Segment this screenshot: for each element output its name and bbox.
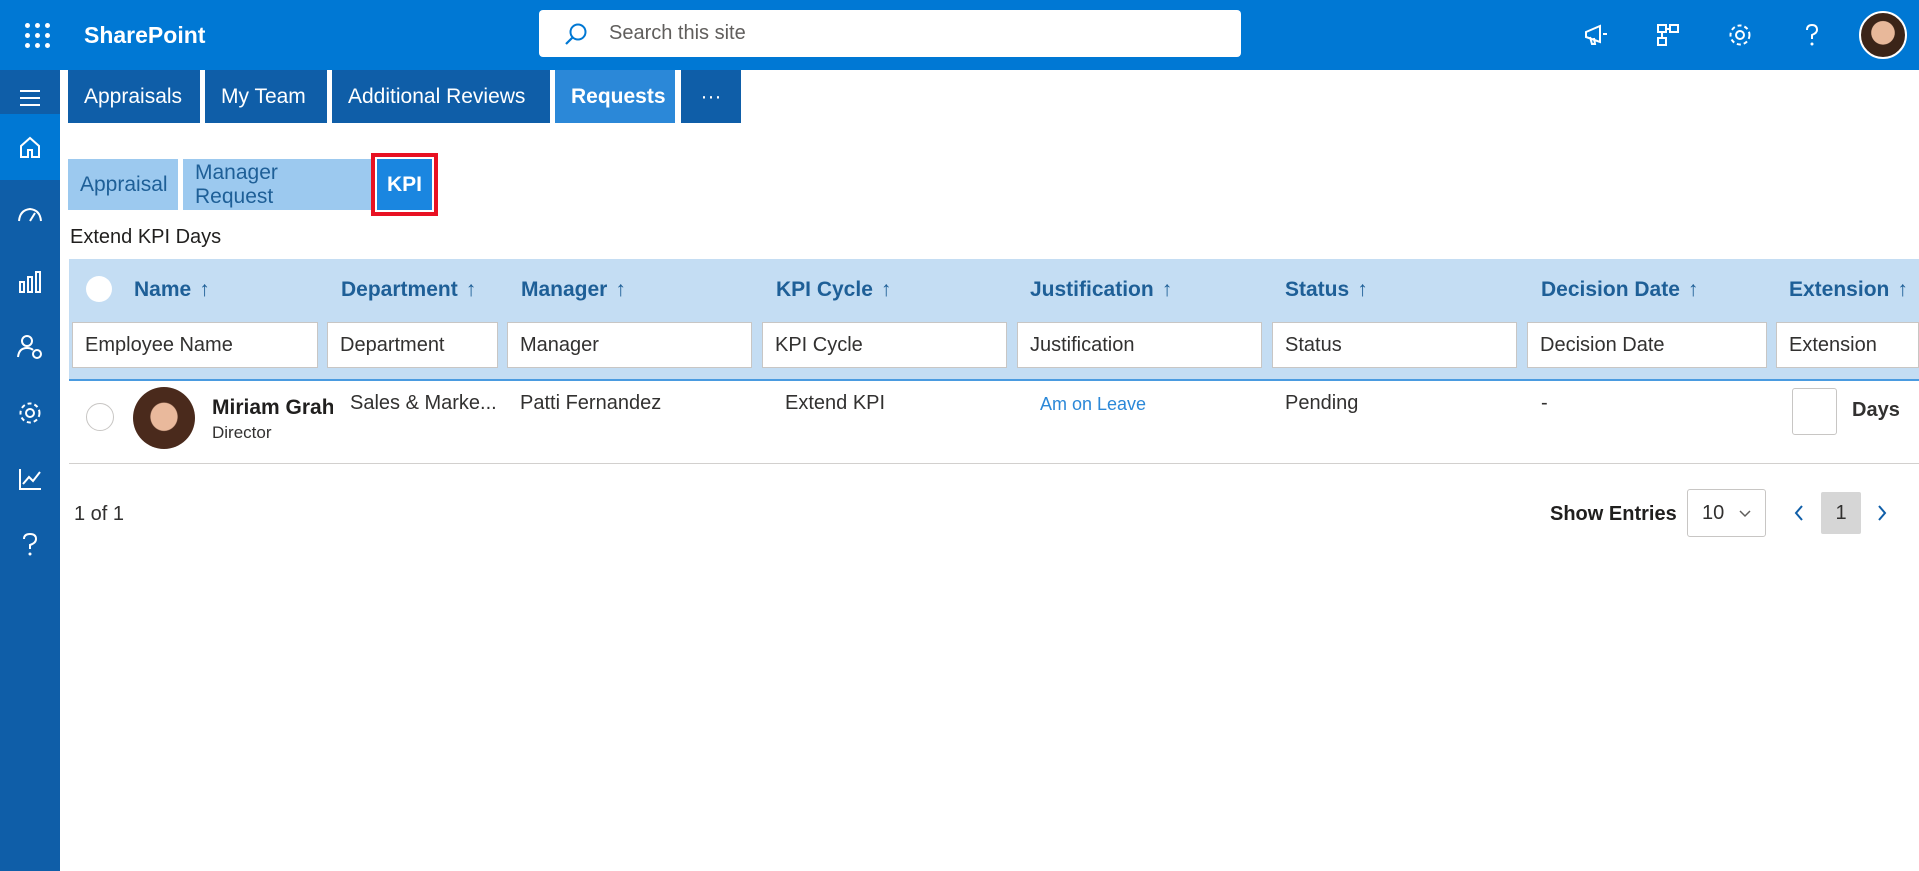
subtab-appraisal[interactable]: Appraisal (68, 159, 178, 210)
suite-bar: SharePoint (0, 0, 1919, 70)
record-count: 1 of 1 (74, 503, 125, 525)
filter-extension[interactable] (1776, 322, 1919, 368)
page-button-current[interactable]: 1 (1821, 492, 1861, 534)
sort-arrow-icon: ↑ (880, 278, 892, 301)
chevron-right-icon (1878, 505, 1887, 521)
filter-employee-name[interactable] (72, 322, 318, 368)
more-tabs-button[interactable]: ··· (681, 70, 741, 123)
gear-icon[interactable] (1720, 15, 1760, 55)
sort-arrow-icon: ↑ (1687, 278, 1699, 301)
chevron-left-icon (1794, 505, 1803, 521)
page-size-value: 10 (1702, 501, 1725, 524)
sort-arrow-icon: ↑ (199, 278, 210, 301)
user-settings-icon[interactable] (0, 314, 60, 380)
tab-my-team[interactable]: My Team (205, 70, 327, 123)
next-page-button[interactable] (1862, 492, 1902, 534)
sort-arrow-icon: ↑ (465, 278, 477, 301)
employee-name[interactable]: Miriam Graham (212, 396, 333, 420)
divider (69, 463, 1919, 464)
justification-link[interactable]: Am on Leave (1040, 394, 1146, 415)
search-input[interactable] (609, 10, 1209, 57)
megaphone-icon[interactable] (1576, 15, 1616, 55)
sort-arrow-icon: ↑ (1357, 278, 1368, 301)
section-title: Extend KPI Days (70, 226, 222, 248)
subtab-manager-request[interactable]: Manager Request (183, 159, 371, 210)
column-header-name[interactable]: Name ↑ (134, 278, 210, 302)
app-title[interactable]: SharePoint (84, 22, 205, 49)
filter-kpi-cycle[interactable] (762, 322, 1007, 368)
show-entries-label: Show Entries (1550, 503, 1677, 525)
column-header-kpi-cycle[interactable]: KPI Cycle ↑ (776, 278, 891, 302)
kpi-cycle-cell: Extend KPI (785, 392, 886, 414)
home-icon[interactable] (0, 114, 60, 180)
left-rail (0, 70, 60, 871)
filter-justification[interactable] (1017, 322, 1262, 368)
row-checkbox[interactable] (86, 403, 114, 431)
tab-requests[interactable]: Requests (555, 70, 675, 123)
extension-days-input[interactable] (1792, 388, 1837, 435)
sort-arrow-icon: ↑ (1897, 278, 1908, 301)
sort-arrow-icon: ↑ (1161, 278, 1173, 301)
divider (69, 379, 1919, 381)
column-header-status[interactable]: Status ↑ (1285, 278, 1368, 302)
subtab-kpi[interactable]: KPI (371, 153, 438, 216)
decision-date-cell: - (1541, 392, 1548, 414)
chevron-down-icon (1737, 504, 1753, 527)
search-icon (563, 22, 589, 53)
filter-department[interactable] (327, 322, 498, 368)
tab-additional-reviews[interactable]: Additional Reviews (332, 70, 550, 123)
user-avatar[interactable] (1859, 11, 1907, 59)
sort-arrow-icon: ↑ (615, 278, 626, 301)
tab-appraisals[interactable]: Appraisals (68, 70, 200, 123)
gear-icon[interactable] (0, 380, 60, 446)
trend-icon[interactable] (0, 446, 60, 512)
column-header-manager[interactable]: Manager ↑ (521, 278, 626, 302)
column-header-department[interactable]: Department ↑ (341, 278, 476, 302)
search-box[interactable] (539, 10, 1241, 57)
department-cell: Sales & Marke... (350, 392, 497, 414)
avatar (133, 387, 195, 449)
column-header-extension[interactable]: Extension ↑ (1789, 278, 1908, 302)
org-chart-icon[interactable] (1648, 15, 1688, 55)
previous-page-button[interactable] (1779, 492, 1819, 534)
manager-cell: Patti Fernandez (520, 392, 662, 414)
employee-title: Director (212, 423, 272, 442)
select-all-checkbox[interactable] (86, 276, 112, 302)
gauge-icon[interactable] (0, 182, 60, 248)
app-launcher-icon[interactable] (22, 20, 50, 48)
filter-manager[interactable] (507, 322, 752, 368)
filter-decision-date[interactable] (1527, 322, 1767, 368)
column-header-decision-date[interactable]: Decision Date ↑ (1541, 278, 1698, 302)
help-icon[interactable] (1792, 15, 1832, 55)
bar-chart-icon[interactable] (0, 248, 60, 314)
column-header-justification[interactable]: Justification ↑ (1030, 278, 1172, 302)
page-size-select[interactable]: 10 (1687, 489, 1766, 537)
help-icon[interactable] (0, 512, 60, 578)
status-cell: Pending (1285, 392, 1359, 414)
extension-unit-label: Days (1852, 399, 1900, 421)
filter-status[interactable] (1272, 322, 1517, 368)
